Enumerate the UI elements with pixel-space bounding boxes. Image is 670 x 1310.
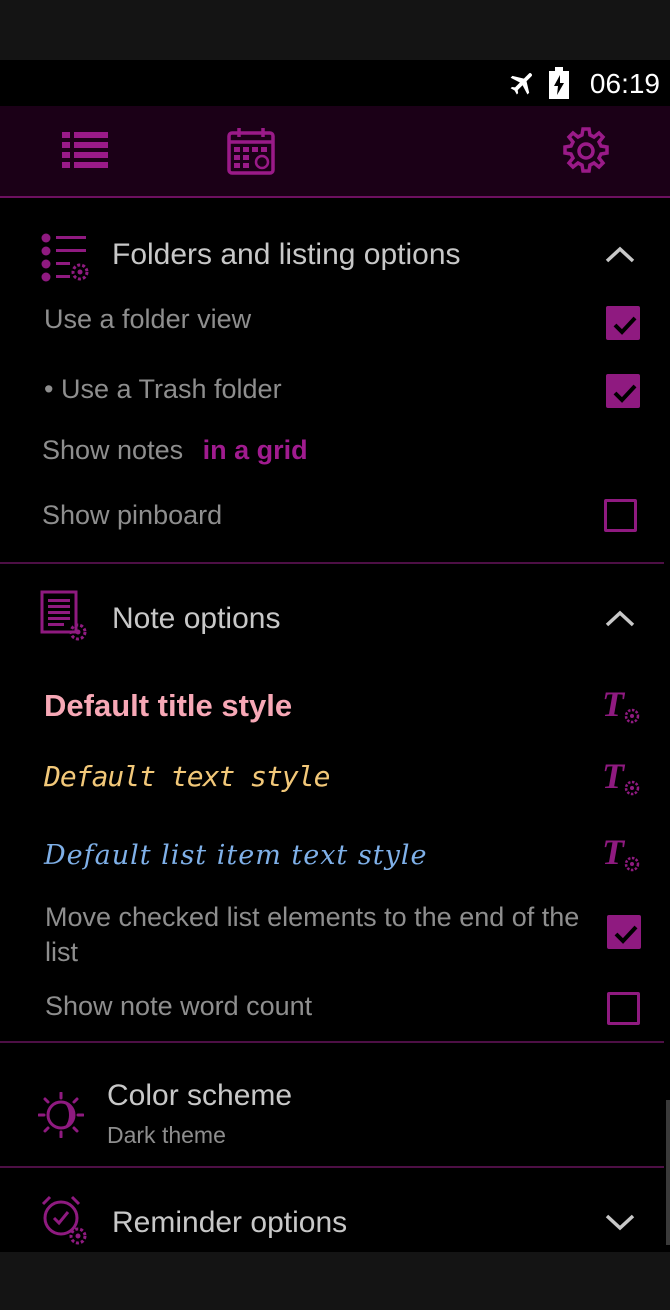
divider <box>0 1041 664 1043</box>
bottom-band <box>0 1252 670 1310</box>
color-scheme-row[interactable]: Color scheme Dark theme <box>0 1060 670 1160</box>
airplane-icon <box>510 73 532 95</box>
chevron-down-icon[interactable] <box>604 1212 636 1232</box>
svg-text:T: T <box>602 686 626 724</box>
chevron-up-icon[interactable] <box>604 244 636 264</box>
svg-text:T: T <box>602 758 626 796</box>
text-style-icon[interactable]: T <box>602 834 642 874</box>
use-folder-view-label: Use a folder view <box>44 304 252 334</box>
show-pinboard-checkbox[interactable] <box>604 499 637 532</box>
use-trash-checkbox[interactable] <box>606 374 640 408</box>
divider <box>0 562 664 564</box>
word-count-label: Show note word count <box>45 991 313 1021</box>
color-scheme-title: Color scheme <box>107 1079 293 1112</box>
reminder-section-title: Reminder options <box>112 1206 348 1239</box>
alarm-settings-icon <box>41 1195 87 1245</box>
note-section-title: Note options <box>112 602 281 635</box>
folders-section-header[interactable]: Folders and listing options <box>0 218 670 288</box>
folders-section-title: Folders and listing options <box>112 238 461 271</box>
calendar-icon[interactable] <box>226 126 276 176</box>
status-time: 06:19 <box>589 68 660 99</box>
show-notes-value[interactable]: in a grid <box>203 435 308 465</box>
text-style-icon[interactable]: T <box>602 686 642 726</box>
note-section-header[interactable]: Note options <box>0 582 670 652</box>
default-text-style-label[interactable]: Default text style <box>44 760 330 793</box>
move-checked-checkbox[interactable] <box>607 915 641 949</box>
battery-charging-icon <box>549 67 569 99</box>
svg-text:T: T <box>602 834 626 872</box>
default-list-item-text-style-label[interactable]: Default list item text style <box>44 840 427 871</box>
move-checked-label: Move checked list elements to the end of… <box>45 902 580 967</box>
top-toolbar <box>0 106 670 198</box>
use-folder-view-checkbox[interactable] <box>606 306 640 340</box>
list-icon[interactable] <box>60 126 110 176</box>
list-settings-icon <box>41 233 89 282</box>
show-pinboard-label: Show pinboard <box>42 500 223 530</box>
scrollbar[interactable] <box>666 1100 670 1245</box>
gear-icon[interactable] <box>561 126 611 176</box>
top-band <box>0 0 670 60</box>
status-bar: 06:19 <box>0 60 670 106</box>
divider <box>0 1166 664 1168</box>
default-title-style-label[interactable]: Default title style <box>44 688 292 724</box>
reminder-section-header[interactable]: Reminder options <box>0 1188 670 1258</box>
text-style-icon[interactable]: T <box>602 758 642 798</box>
show-notes-label: Show notes <box>42 435 184 465</box>
word-count-checkbox[interactable] <box>607 992 640 1025</box>
show-notes-row[interactable]: Show notes in a grid <box>42 435 308 466</box>
chevron-up-icon[interactable] <box>604 608 636 628</box>
use-trash-label: • Use a Trash folder <box>44 374 282 404</box>
theme-icon <box>38 1092 84 1138</box>
note-settings-icon <box>40 590 87 641</box>
color-scheme-subtitle: Dark theme <box>107 1122 226 1148</box>
